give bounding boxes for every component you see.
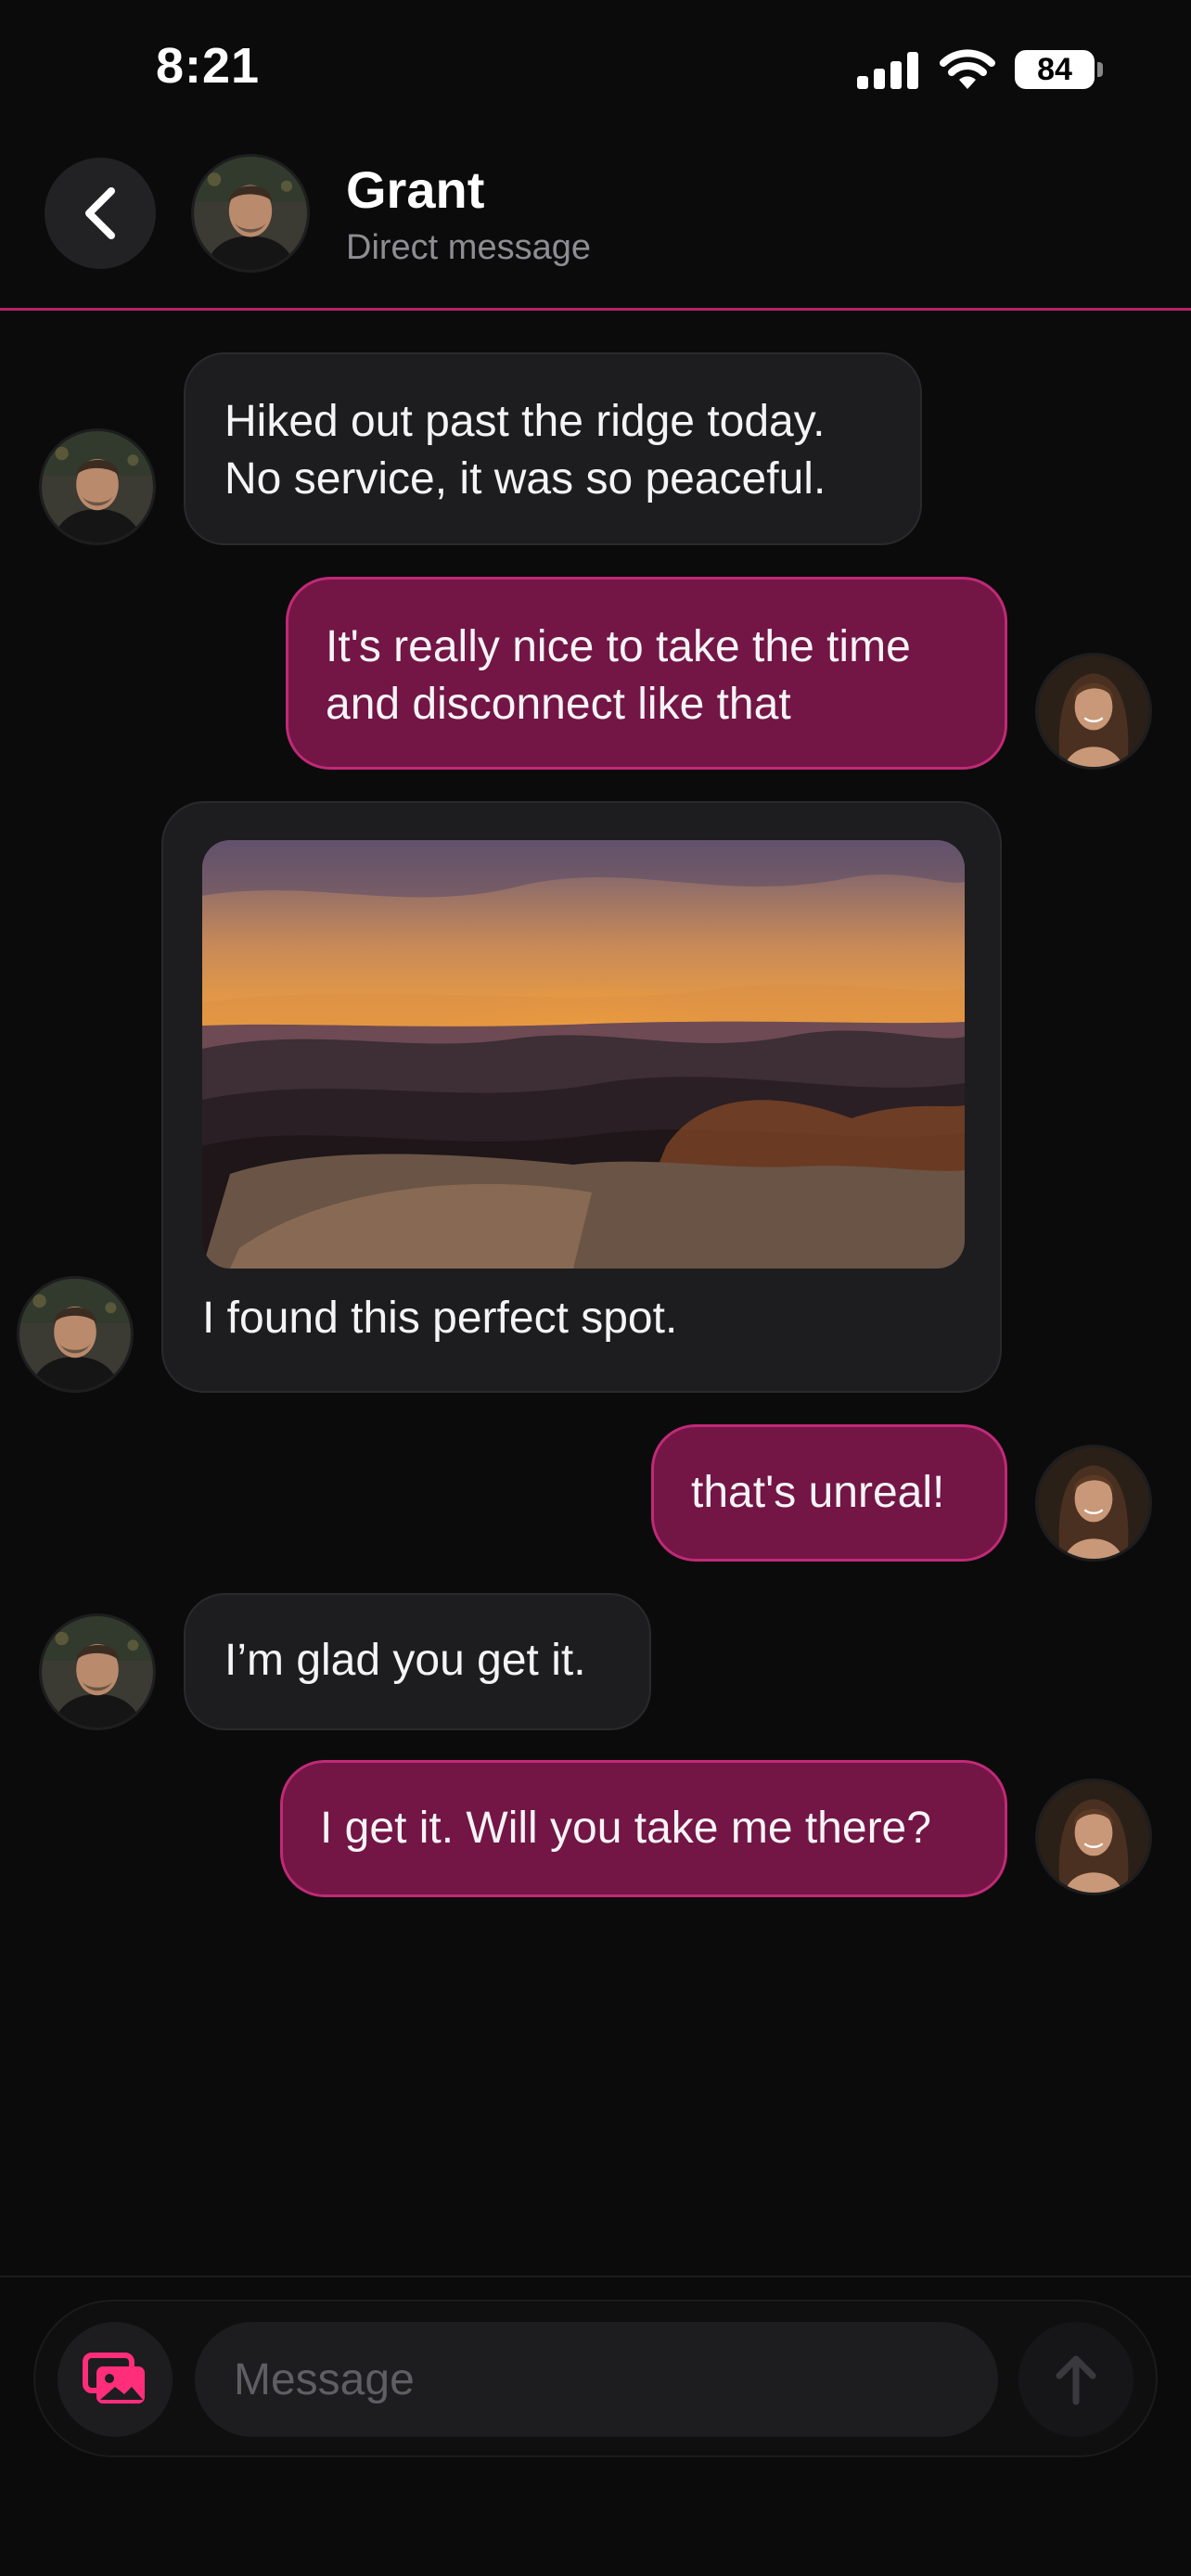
message-bubble-outgoing[interactable]: I get it. Will you take me there? xyxy=(280,1760,1007,1897)
own-avatar[interactable] xyxy=(1035,653,1152,770)
message-text: that's unreal! xyxy=(691,1468,945,1517)
own-avatar[interactable] xyxy=(1035,1779,1152,1895)
send-button[interactable] xyxy=(1018,2322,1133,2437)
message-bubble-outgoing[interactable]: that's unreal! xyxy=(651,1424,1007,1562)
message-text: I’m glad you get it. xyxy=(224,1636,586,1685)
battery-level: 84 xyxy=(1037,52,1072,87)
battery-icon: 84 xyxy=(1015,50,1095,89)
sender-avatar[interactable] xyxy=(39,428,156,545)
composer-divider xyxy=(0,2276,1191,2277)
message-text: I get it. Will you take me there? xyxy=(320,1804,931,1853)
status-bar: 8:21 84 xyxy=(0,0,1191,139)
photo-caption: I found this perfect spot. xyxy=(202,1294,678,1343)
sunset-photo[interactable] xyxy=(202,840,965,1269)
gallery-icon xyxy=(83,2353,145,2404)
sender-avatar[interactable] xyxy=(39,1613,156,1730)
send-arrow-icon xyxy=(1056,2355,1096,2405)
back-chevron-icon xyxy=(85,187,115,239)
contact-avatar[interactable] xyxy=(191,154,310,273)
message-bubble-incoming[interactable]: Hiked out past the ridge today. No servi… xyxy=(184,352,922,545)
message-text: It's really nice to take the time and di… xyxy=(326,622,911,729)
chat-header: Grant Direct message xyxy=(0,139,1191,311)
photo-message[interactable]: I found this perfect spot. xyxy=(161,801,1002,1393)
back-button[interactable] xyxy=(45,158,156,269)
message-input[interactable] xyxy=(195,2322,998,2437)
message-text: Hiked out past the ridge today. No servi… xyxy=(224,397,826,504)
message-bubble-outgoing[interactable]: It's really nice to take the time and di… xyxy=(286,577,1007,770)
message-composer xyxy=(33,2300,1158,2457)
message-bubble-incoming[interactable]: I’m glad you get it. xyxy=(184,1593,651,1730)
attach-media-button[interactable] xyxy=(58,2322,173,2437)
contact-subtitle: Direct message xyxy=(346,228,591,267)
battery-nub xyxy=(1097,62,1103,77)
contact-name[interactable]: Grant xyxy=(346,159,484,220)
own-avatar[interactable] xyxy=(1035,1445,1152,1562)
signal-icon xyxy=(857,52,918,89)
chat-screen: 8:21 84 Grant Direct message Hiked out p… xyxy=(0,0,1191,2576)
wifi-icon xyxy=(940,49,995,89)
sender-avatar[interactable] xyxy=(17,1276,134,1393)
status-time: 8:21 xyxy=(156,38,261,94)
